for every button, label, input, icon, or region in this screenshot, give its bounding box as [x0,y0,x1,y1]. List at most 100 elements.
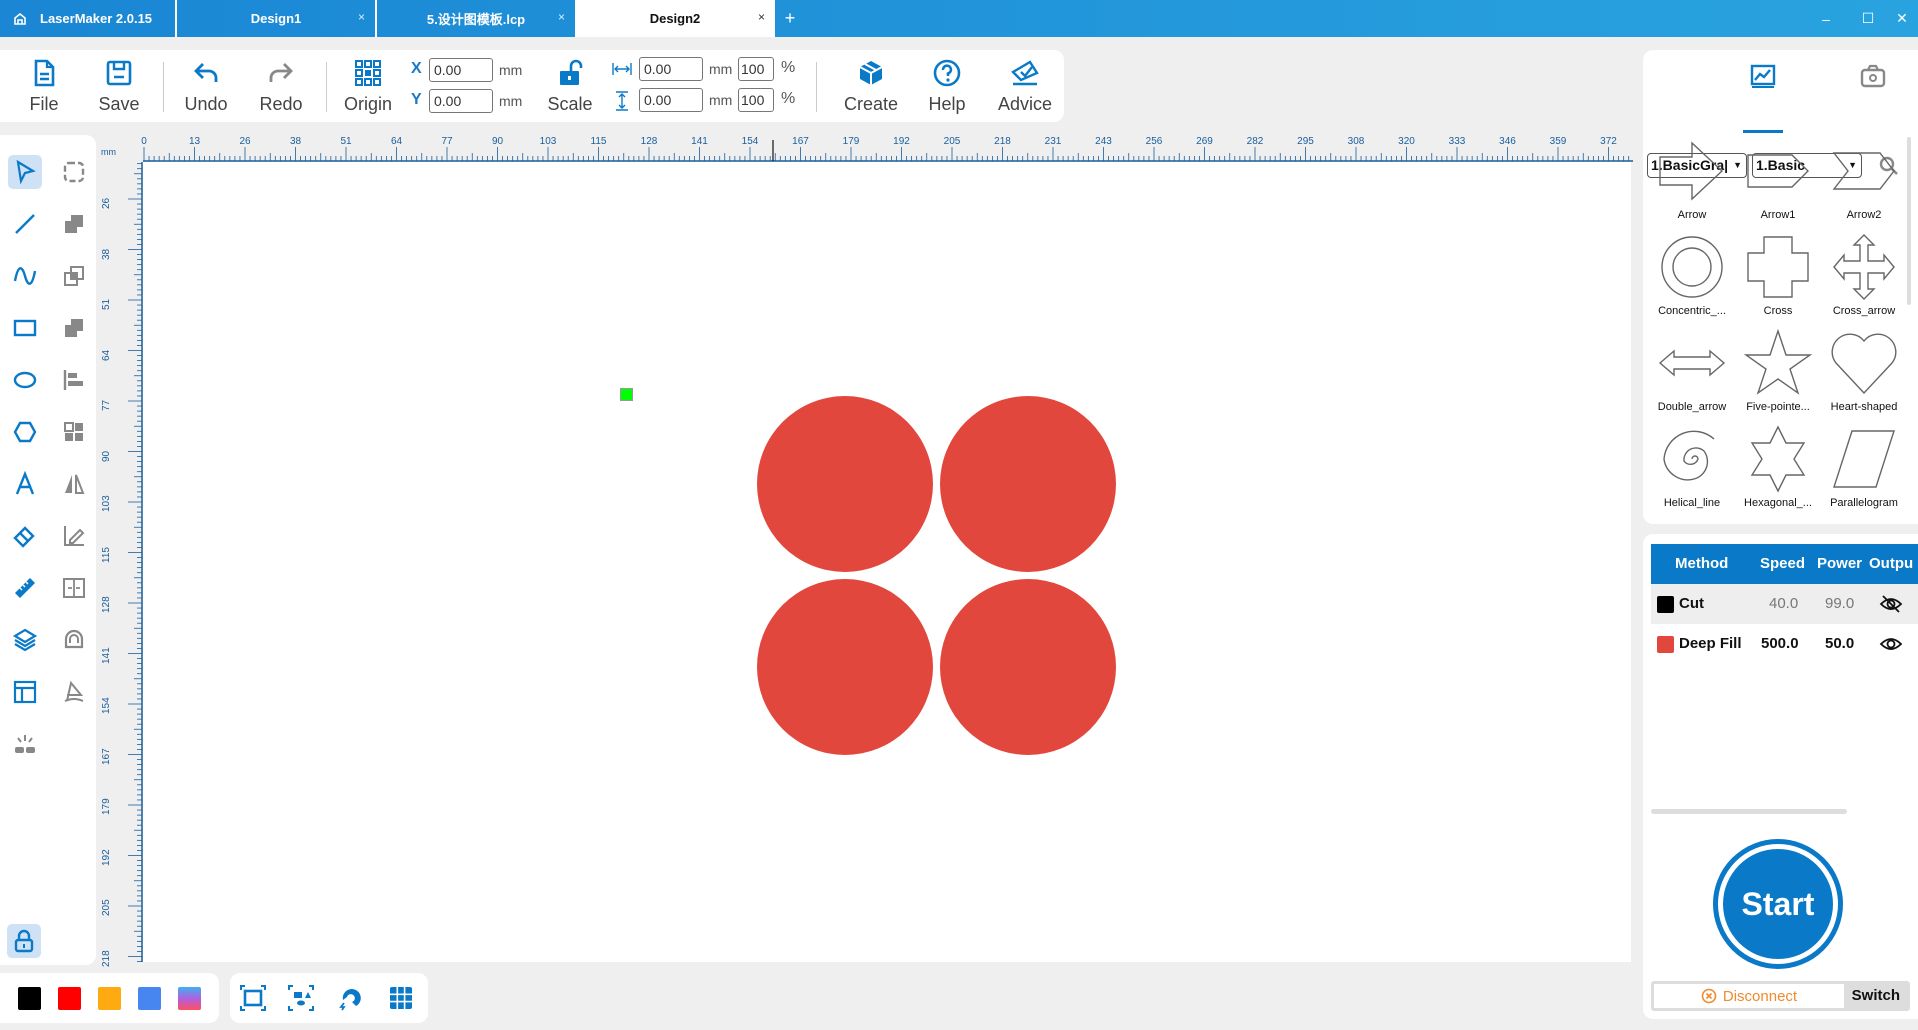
shape-item-hexagonal[interactable]: Hexagonal_... [1736,425,1820,517]
start-button[interactable]: Start [1713,839,1843,969]
distribute-tool[interactable] [57,571,91,605]
color-swatch-black[interactable] [18,987,41,1010]
tab-close-icon[interactable]: × [758,10,765,24]
tab-close-icon[interactable]: × [358,10,365,24]
help-button[interactable]: Help [912,58,982,115]
tab-camera[interactable] [1853,58,1893,94]
design-canvas[interactable] [143,162,1631,962]
tab-design1[interactable]: Design1 × [175,0,375,37]
x-position-input[interactable] [429,58,493,82]
select-tool[interactable] [8,155,42,189]
color-swatch-gradient[interactable] [178,987,201,1010]
shape-preview-icon [1833,430,1895,488]
save-button[interactable]: Save [84,58,154,115]
shape-item-arrow2[interactable]: Arrow2 [1822,137,1906,229]
eye-icon[interactable] [1879,634,1903,654]
layer-color-swatch[interactable] [1657,596,1674,613]
shape-item-cross-arrow[interactable]: Cross_arrow [1822,233,1906,325]
home-button[interactable] [0,0,40,37]
file-button[interactable]: File [9,58,79,115]
advice-button[interactable]: Advice [990,58,1060,115]
intersect-tool[interactable] [57,259,91,293]
canvas-circle[interactable] [940,579,1116,755]
shape-item-heart-shaped[interactable]: Heart-shaped [1822,329,1906,421]
outline-tool[interactable] [57,623,91,657]
shape-item-concentric[interactable]: Concentric_... [1650,233,1734,325]
layer-row-deep-fill[interactable]: Deep Fill 500.0 50.0 [1651,624,1918,664]
laser-position-marker[interactable] [620,388,633,401]
canvas-circle[interactable] [940,396,1116,572]
eye-off-icon[interactable] [1879,594,1903,614]
add-tab-button[interactable]: + [775,0,805,37]
create-button[interactable]: Create [836,58,906,115]
width-input[interactable] [639,57,703,81]
shape-preview-icon [1750,425,1806,493]
undo-button[interactable]: Undo [171,58,241,115]
origin-button[interactable]: Origin [333,58,403,115]
layout-tool[interactable] [8,675,42,709]
layer-power[interactable]: 99.0 [1825,595,1854,612]
tab-close-icon[interactable]: × [558,10,565,24]
shape-item-cross[interactable]: Cross [1736,233,1820,325]
ellipse-tool[interactable] [8,363,42,397]
eraser-tool[interactable] [8,519,42,553]
mirror-tool[interactable] [57,467,91,501]
ruler-horizontal[interactable]: 0 13 26 38 51 64 77 90 103 115 128 141 154 167 179 192 2… [98,130,1633,162]
lock-tool[interactable] [7,924,41,958]
tab-design2[interactable]: Design2 × [575,0,775,37]
ruler-vertical[interactable]: 26 38 51 64 77 90 103 115 128 141 154 167 179 192 205 2… [98,162,143,967]
shape-item-parallelogram[interactable]: Parallelogram [1822,425,1906,517]
edit-path-tool[interactable] [57,519,91,553]
scale-lock-button[interactable]: Scale [535,58,605,115]
rectangle-tool[interactable] [8,311,42,345]
shape-scrollbar[interactable] [1907,137,1911,305]
toolbar-divider [816,62,817,112]
color-swatch-red[interactable] [58,987,81,1010]
window-close-button[interactable]: ✕ [1882,0,1918,37]
color-swatch-orange[interactable] [98,987,121,1010]
y-position-input[interactable] [429,89,493,113]
grid-icon[interactable] [388,985,414,1011]
line-tool[interactable] [8,207,42,241]
layer-color-swatch[interactable] [1657,636,1674,653]
minimize-button[interactable]: – [1806,0,1846,37]
trace-tool[interactable] [57,675,91,709]
light-tool[interactable] [8,727,42,761]
layer-power[interactable]: 50.0 [1825,635,1854,652]
shape-item-double-arrow[interactable]: Double_arrow [1650,329,1734,421]
measure-tool[interactable] [8,571,42,605]
shape-item-arrow1[interactable]: Arrow1 [1736,137,1820,229]
text-tool[interactable] [8,467,42,501]
tab-shapes[interactable] [1743,58,1783,94]
array-tool[interactable] [57,415,91,449]
shape-preview-icon [1663,430,1715,481]
ruler-label: 128 [101,596,112,613]
switch-button[interactable]: Switch [1852,987,1900,1004]
layer-speed[interactable]: 500.0 [1761,635,1799,652]
polygon-tool[interactable] [8,415,42,449]
union-tool[interactable] [57,207,91,241]
layers-tool[interactable] [8,623,42,657]
ruler-label: 0 [141,136,147,147]
select-all-view-icon[interactable] [288,985,314,1011]
canvas-circle[interactable] [757,579,933,755]
align-tool[interactable] [57,363,91,397]
disconnect-button[interactable]: Disconnect [1654,984,1844,1008]
shape-item-five-pointe[interactable]: Five-pointe... [1736,329,1820,421]
node-edit-tool[interactable] [57,155,91,189]
canvas-circle[interactable] [757,396,933,572]
color-swatch-blue[interactable] [138,987,161,1010]
fit-view-icon[interactable] [240,985,266,1011]
shape-item-helical-line[interactable]: Helical_line [1650,425,1734,517]
shape-item-arrow[interactable]: Arrow [1650,137,1734,229]
redo-button[interactable]: Redo [246,58,316,115]
curve-tool[interactable] [8,259,42,293]
subtract-tool[interactable] [57,311,91,345]
height-input[interactable] [639,88,703,112]
magnet-icon[interactable] [338,985,364,1011]
layer-row-cut[interactable]: Cut 40.0 99.0 [1651,584,1918,624]
width-percent-input[interactable] [738,57,774,81]
height-percent-input[interactable] [738,88,774,112]
layer-speed[interactable]: 40.0 [1769,595,1798,612]
tab-template[interactable]: 5.设计图模板.lcp × [375,0,575,37]
